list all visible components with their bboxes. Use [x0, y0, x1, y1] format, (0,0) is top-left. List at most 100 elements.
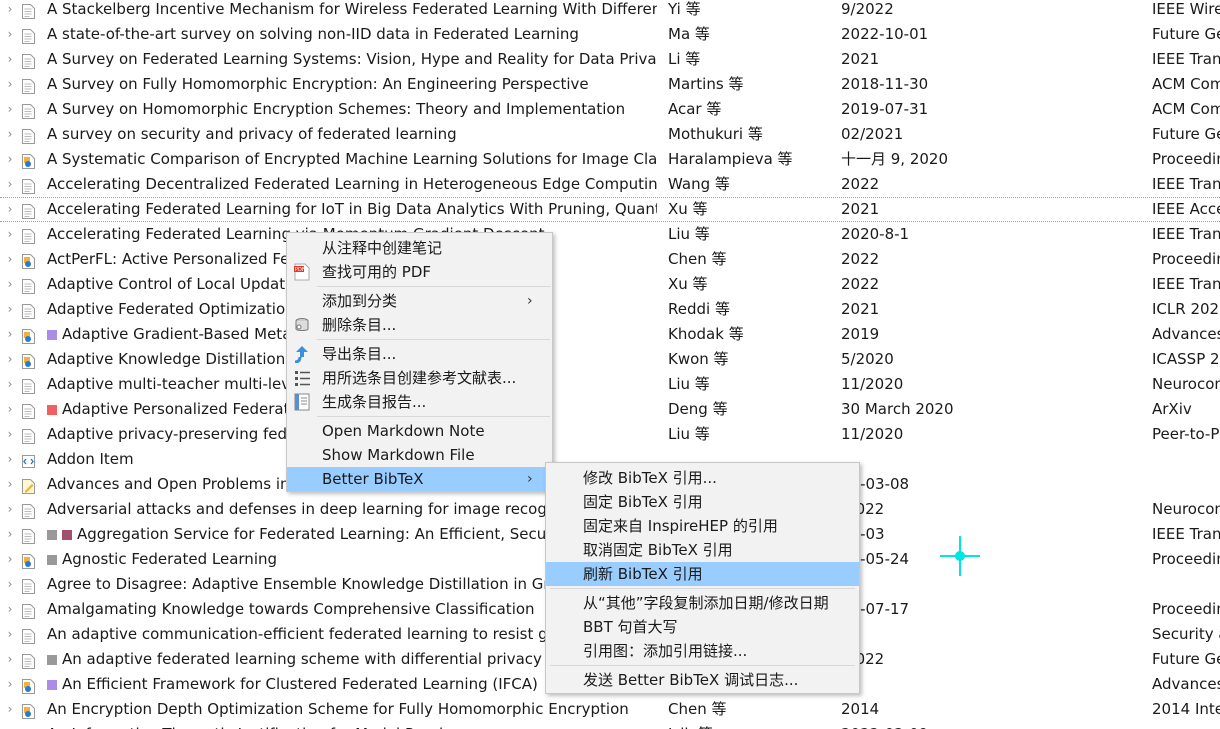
- document-icon: [22, 177, 35, 194]
- publication-cell: Future Ge: [1152, 125, 1220, 143]
- list-item[interactable]: › Adaptive Federated Optimization Reddi 等 2…: [0, 297, 1220, 322]
- expand-chevron-icon[interactable]: ›: [5, 198, 15, 221]
- menu-item[interactable]: 刷新 BibTeX 引用: [546, 562, 859, 586]
- menu-item[interactable]: 固定 BibTeX 引用: [546, 490, 859, 514]
- menu-item-label: Show Markdown File: [322, 446, 475, 464]
- expand-chevron-icon[interactable]: ›: [5, 622, 15, 647]
- menu-item[interactable]: 用所选条目创建参考文献表...: [287, 366, 552, 390]
- expand-chevron-icon[interactable]: ›: [5, 347, 15, 372]
- expand-chevron-icon[interactable]: ›: [5, 22, 15, 47]
- publication-cell: 2014 Inte: [1152, 700, 1220, 718]
- expand-chevron-icon[interactable]: ›: [5, 0, 15, 22]
- expand-chevron-icon[interactable]: ›: [5, 722, 15, 729]
- menu-item[interactable]: 添加到分类 ›: [287, 289, 552, 313]
- menu-item[interactable]: 从“其他”字段复制添加日期/修改日期: [546, 591, 859, 615]
- list-item[interactable]: ›Accelerating Federated Learning via Mom…: [0, 222, 1220, 247]
- title-text: A state-of-the-art survey on solving non…: [47, 25, 579, 43]
- menu-item-label: Open Markdown Note: [322, 422, 485, 440]
- menu-item[interactable]: PDF 查找可用的 PDF: [287, 260, 552, 284]
- list-item[interactable]: › Adaptive Personalized Federate Deng 等 30 …: [0, 397, 1220, 422]
- list-item[interactable]: › Adaptive privacy-preserving fede Liu 等 11…: [0, 422, 1220, 447]
- menu-item[interactable]: 固定来自 InspireHEP 的引用: [546, 514, 859, 538]
- date-cell: /2022: [841, 500, 885, 518]
- title-text: Adaptive Gradient-Based Meta: [62, 325, 292, 343]
- expand-chevron-icon[interactable]: ›: [5, 47, 15, 72]
- expand-chevron-icon[interactable]: ›: [5, 472, 15, 497]
- menu-separator: [550, 665, 855, 666]
- date-cell: 2022: [841, 250, 880, 268]
- expand-chevron-icon[interactable]: ›: [5, 397, 15, 422]
- menu-item[interactable]: 引用图：添加引用链接...: [546, 639, 859, 663]
- creator-cell: Wang 等: [668, 175, 730, 193]
- color-tag: [47, 655, 57, 665]
- expand-chevron-icon[interactable]: ›: [5, 522, 15, 547]
- menu-item[interactable]: 从注释中创建笔记: [287, 236, 552, 260]
- pdf-icon: PDF: [293, 263, 311, 281]
- conference-paper-icon: [22, 702, 35, 719]
- date-cell: 2019: [841, 325, 880, 343]
- list-item[interactable]: › A survey on security and privacy of fed…: [0, 122, 1220, 147]
- menu-item[interactable]: 取消固定 BibTeX 引用: [546, 538, 859, 562]
- document-icon: [22, 277, 35, 294]
- menu-item-label: 引用图：添加引用链接...: [583, 642, 748, 660]
- list-item[interactable]: › Adaptive Gradient-Based Meta Khodak 等 201…: [0, 322, 1220, 347]
- list-item[interactable]: › A state-of-the-art survey on solving no…: [0, 22, 1220, 47]
- menu-item[interactable]: 修改 BibTeX 引用...: [546, 466, 859, 490]
- list-item[interactable]: › Adaptive multi-teacher multi-leve Liu 等 1…: [0, 372, 1220, 397]
- menu-item-label: 取消固定 BibTeX 引用: [583, 541, 733, 559]
- menu-item[interactable]: Better BibTeX ›: [287, 467, 552, 491]
- list-item[interactable]: › Adaptive Control of Local Updati...ent …: [0, 272, 1220, 297]
- menu-item[interactable]: 生成条目报告...: [287, 390, 552, 414]
- menu-item[interactable]: 导出条目...: [287, 342, 552, 366]
- expand-chevron-icon[interactable]: ›: [5, 97, 15, 122]
- expand-chevron-icon[interactable]: ›: [5, 297, 15, 322]
- expand-chevron-icon[interactable]: ›: [5, 572, 15, 597]
- title-text: An Encryption Depth Optimization Scheme …: [47, 700, 629, 718]
- expand-chevron-icon[interactable]: ›: [5, 272, 15, 297]
- publication-cell: IEEE Trans: [1152, 175, 1220, 193]
- list-item[interactable]: › A Survey on Fully Homomorphic Encryptio…: [0, 72, 1220, 97]
- date-cell: 2014: [841, 700, 880, 718]
- menu-item-label: 从注释中创建笔记: [322, 239, 443, 257]
- expand-chevron-icon[interactable]: ›: [5, 597, 15, 622]
- list-item[interactable]: › Accelerating Federated Learning for IoT…: [0, 197, 1220, 222]
- date-cell: 23-03: [841, 525, 885, 543]
- expand-chevron-icon[interactable]: ›: [5, 222, 15, 247]
- expand-chevron-icon[interactable]: ›: [5, 447, 15, 472]
- creator-cell: Chen 等: [668, 250, 727, 268]
- list-item[interactable]: › Adaptive Knowledge Distillation I Kwon 等…: [0, 347, 1220, 372]
- expand-chevron-icon[interactable]: ›: [5, 547, 15, 572]
- title-cell: A Survey on Federated Learning Systems: …: [47, 47, 657, 72]
- list-item[interactable]: › ActPerFL: Active Personalized Fed Chen 等…: [0, 247, 1220, 272]
- expand-chevron-icon[interactable]: ›: [5, 247, 15, 272]
- menu-item[interactable]: 删除条目...: [287, 313, 552, 337]
- date-cell: /2022: [841, 650, 885, 668]
- list-item[interactable]: › Accelerating Decentralized Federated Le…: [0, 172, 1220, 197]
- expand-chevron-icon[interactable]: ›: [5, 122, 15, 147]
- menu-item[interactable]: BBT 句首大写: [546, 615, 859, 639]
- list-item[interactable]: › A Stackelberg Incentive Mechanism for W…: [0, 0, 1220, 22]
- submenu-arrow-icon: ›: [527, 293, 533, 309]
- document-icon: [22, 427, 35, 444]
- list-item[interactable]: › A Survey on Federated Learning Systems:…: [0, 47, 1220, 72]
- expand-chevron-icon[interactable]: ›: [5, 172, 15, 197]
- expand-chevron-icon[interactable]: ›: [5, 372, 15, 397]
- list-item[interactable]: › A Survey on Homomorphic Encryption Sche…: [0, 97, 1220, 122]
- menu-item[interactable]: Open Markdown Note: [287, 419, 552, 443]
- menu-item[interactable]: Show Markdown File: [287, 443, 552, 467]
- menu-separator: [317, 416, 550, 417]
- publication-cell: Proceedin: [1152, 150, 1220, 168]
- expand-chevron-icon[interactable]: ›: [5, 72, 15, 97]
- list-item[interactable]: › An Information-Theoretic Justification …: [0, 722, 1220, 729]
- list-item[interactable]: › An Encryption Depth Optimization Scheme…: [0, 697, 1220, 722]
- expand-chevron-icon[interactable]: ›: [5, 147, 15, 172]
- expand-chevron-icon[interactable]: ›: [5, 322, 15, 347]
- list-item[interactable]: › A Systematic Comparison of Encrypted Ma…: [0, 147, 1220, 172]
- expand-chevron-icon[interactable]: ›: [5, 422, 15, 447]
- menu-item[interactable]: 发送 Better BibTeX 调试日志...: [546, 668, 859, 692]
- expand-chevron-icon[interactable]: ›: [5, 672, 15, 697]
- expand-chevron-icon[interactable]: ›: [5, 647, 15, 672]
- expand-chevron-icon[interactable]: ›: [5, 697, 15, 722]
- menu-item-label: 固定来自 InspireHEP 的引用: [583, 517, 778, 535]
- expand-chevron-icon[interactable]: ›: [5, 497, 15, 522]
